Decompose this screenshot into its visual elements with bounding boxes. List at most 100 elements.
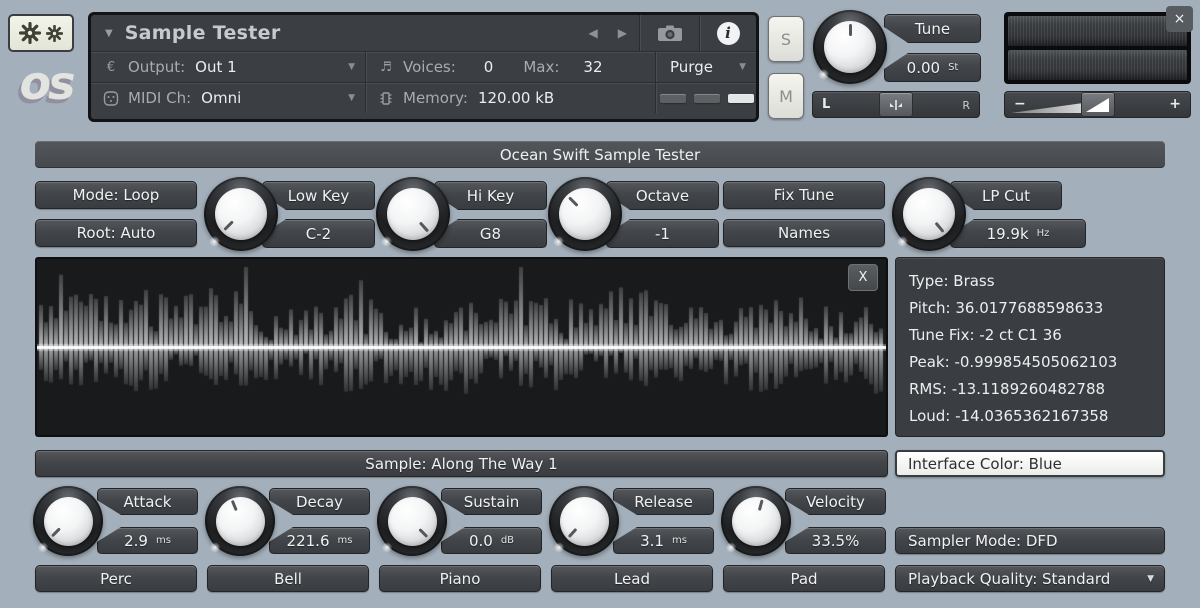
waveform-canvas xyxy=(37,259,886,435)
sustain-knob[interactable] xyxy=(377,486,447,556)
attack-group: Attack 2.9 ms xyxy=(33,486,203,556)
pan-right-label: R xyxy=(962,99,970,112)
level-meter xyxy=(1004,12,1191,84)
sampler-mode-button[interactable]: Sampler Mode: DFD xyxy=(895,527,1165,554)
release-value-field[interactable]: 3.1 ms xyxy=(613,527,714,554)
fix-tune-button[interactable]: Fix Tune xyxy=(723,181,885,209)
mode-loop-button[interactable]: Mode: Loop xyxy=(35,181,197,209)
attack-value-field[interactable]: 2.9 ms xyxy=(97,527,198,554)
memory-chip-icon xyxy=(378,91,394,106)
pan-slider[interactable]: L R xyxy=(812,91,980,118)
output-label: Output: xyxy=(128,58,185,76)
instrument-title: Sample Tester xyxy=(125,22,281,44)
preset-lead-button[interactable]: Lead xyxy=(551,565,713,592)
octave-knob[interactable] xyxy=(548,177,622,251)
midi-channel-label: MIDI Ch: xyxy=(128,89,191,107)
velocity-group: Velocity 33.5% xyxy=(721,486,891,556)
collapse-arrow-icon[interactable]: ▼ xyxy=(91,28,113,39)
decay-value: 221.6 xyxy=(287,532,330,550)
release-knob[interactable] xyxy=(549,486,619,556)
pan-handle[interactable] xyxy=(879,92,913,117)
octave-value: -1 xyxy=(655,225,670,243)
sample-tester-app: os ▼ Sample Tester ◀ ▶ i € xyxy=(0,0,1200,608)
gear-icon xyxy=(46,25,63,42)
velocity-value-field[interactable]: 33.5% xyxy=(785,527,886,554)
attack-knob[interactable] xyxy=(33,486,103,556)
volume-plus-label: + xyxy=(1169,96,1181,112)
tune-value: 0.00 xyxy=(907,59,940,77)
octave-group: Octave -1 xyxy=(548,177,738,251)
names-button[interactable]: Names xyxy=(723,219,885,247)
max-value[interactable]: 32 xyxy=(583,58,602,76)
sample-name-bar[interactable]: Sample: Along The Way 1 xyxy=(35,450,888,477)
mute-button[interactable]: M xyxy=(768,73,804,119)
gear-icon xyxy=(19,22,41,44)
waveform-display: X xyxy=(35,257,888,437)
interface-color-button[interactable]: Interface Color: Blue xyxy=(895,450,1165,477)
tune-unit: St xyxy=(948,62,958,73)
sample-info-panel: Type: Brass Pitch: 36.0177688598633 Tune… xyxy=(895,257,1165,437)
playback-quality-button[interactable]: Playback Quality: Standard ▼ xyxy=(895,565,1165,592)
attack-label: Attack xyxy=(97,488,198,515)
info-tune-fix: Tune Fix: -2 ct C1 36 xyxy=(909,321,1151,348)
velocity-label: Velocity xyxy=(785,488,886,515)
output-value[interactable]: Out 1 xyxy=(195,58,237,76)
velocity-knob[interactable] xyxy=(721,486,791,556)
level-segment xyxy=(660,94,686,103)
root-auto-button[interactable]: Root: Auto xyxy=(35,219,197,247)
sustain-label: Sustain xyxy=(441,488,542,515)
velocity-value: 33.5% xyxy=(812,532,860,550)
camera-icon[interactable] xyxy=(657,25,683,42)
lp-cut-knob[interactable] xyxy=(892,177,966,251)
level-segment xyxy=(728,94,754,103)
info-type: Type: Brass xyxy=(909,267,1151,294)
volume-handle[interactable] xyxy=(1081,92,1115,117)
ocean-swift-logo: os xyxy=(6,52,86,114)
settings-gears-button[interactable] xyxy=(8,14,74,52)
midi-channel-value[interactable]: Omni xyxy=(201,89,241,107)
purge-dropdown-icon[interactable]: ▼ xyxy=(739,62,746,72)
max-label: Max: xyxy=(523,58,559,76)
tune-value-plate[interactable]: 0.00 St xyxy=(884,53,981,82)
sustain-value-field[interactable]: 0.0 dB xyxy=(441,527,542,554)
volume-slider[interactable]: − + xyxy=(1004,91,1191,118)
decay-knob[interactable] xyxy=(205,486,275,556)
waveform-close-button[interactable]: X xyxy=(848,264,878,291)
midi-dropdown-icon[interactable]: ▼ xyxy=(348,93,355,103)
tune-knob[interactable] xyxy=(813,10,887,84)
info-pitch: Pitch: 36.0177688598633 xyxy=(909,294,1151,321)
hi-key-value: G8 xyxy=(480,225,501,243)
solo-button[interactable]: S xyxy=(768,16,804,62)
prev-instrument-icon[interactable]: ◀ xyxy=(589,26,598,40)
preset-perc-button[interactable]: Perc xyxy=(35,565,197,592)
info-icon[interactable]: i xyxy=(717,22,740,45)
volume-minus-label: − xyxy=(1014,96,1026,112)
output-dropdown-icon[interactable]: ▼ xyxy=(348,62,355,72)
release-group: Release 3.1 ms xyxy=(549,486,719,556)
voices-value: 0 xyxy=(484,58,494,76)
meter-left-channel xyxy=(1008,16,1187,46)
meter-right-channel xyxy=(1008,50,1187,80)
release-label: Release xyxy=(613,488,714,515)
playback-quality-dropdown-icon[interactable]: ▼ xyxy=(1147,574,1154,584)
release-value: 3.1 xyxy=(640,532,664,550)
preset-piano-button[interactable]: Piano xyxy=(379,565,541,592)
purge-button[interactable]: Purge xyxy=(670,58,713,76)
voices-label: Voices: xyxy=(403,58,456,76)
lp-cut-group: LP Cut 19.9k Hz xyxy=(892,177,1102,251)
memory-label: Memory: xyxy=(403,89,468,107)
pan-center-icon xyxy=(888,99,904,111)
page-title: Ocean Swift Sample Tester xyxy=(35,141,1165,168)
tune-label-plate: Tune xyxy=(884,14,981,43)
level-segment xyxy=(694,94,720,103)
low-key-knob[interactable] xyxy=(204,177,278,251)
preset-bell-button[interactable]: Bell xyxy=(207,565,369,592)
hi-key-knob[interactable] xyxy=(376,177,450,251)
memory-value: 120.00 kB xyxy=(478,89,554,107)
close-icon[interactable]: × xyxy=(1166,6,1193,32)
next-instrument-icon[interactable]: ▶ xyxy=(618,26,627,40)
info-rms: RMS: -13.1189260482788 xyxy=(909,375,1151,402)
preset-pad-button[interactable]: Pad xyxy=(723,565,885,592)
low-key-value: C-2 xyxy=(306,225,331,243)
instrument-header: ▼ Sample Tester ◀ ▶ i € Output: Out xyxy=(88,12,759,122)
